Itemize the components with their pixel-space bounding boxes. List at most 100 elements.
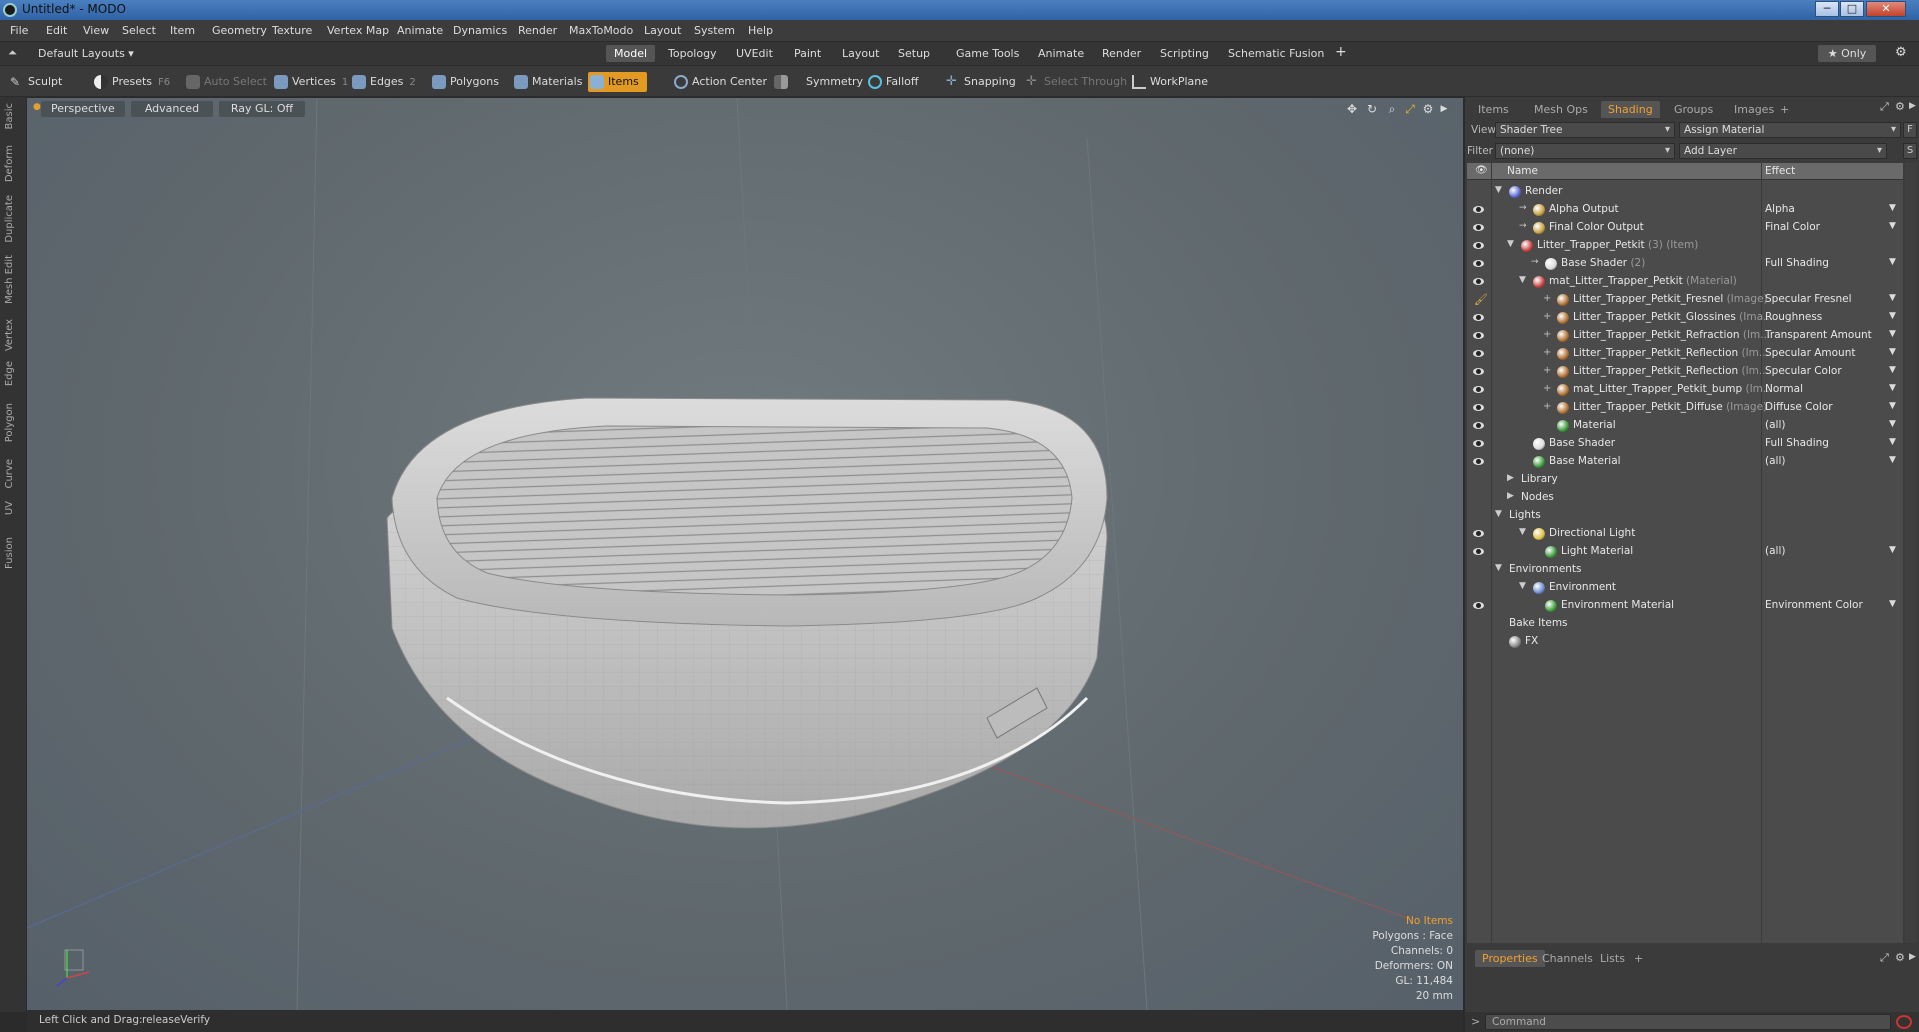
tree-arrow-icon[interactable]: ▶ — [1507, 473, 1514, 483]
assign-material-dropdown[interactable]: Assign Material — [1679, 122, 1901, 138]
menu-file[interactable]: File — [10, 24, 28, 37]
add-panel-tab-button[interactable]: + — [1773, 101, 1796, 118]
layout-tab-paint[interactable]: Paint — [786, 45, 829, 62]
menu-select[interactable]: Select — [122, 24, 156, 37]
visibility-eye-icon[interactable] — [1473, 223, 1485, 232]
shader-tree-row[interactable]: → Alpha Output Alpha ▼ — [1467, 201, 1903, 219]
tree-arrow-icon[interactable]: ▼ — [1519, 527, 1526, 537]
view-type-button[interactable]: Perspective — [41, 101, 125, 117]
effect-dropdown-icon[interactable]: ▼ — [1889, 383, 1896, 393]
shader-tree-row[interactable]: 🖌 + Litter_Trapper_Petkit_Fresnel (Image) S… — [1467, 291, 1903, 309]
tree-arrow-icon[interactable]: ▼ — [1495, 509, 1502, 519]
shader-tree-row[interactable]: Base Material (all) ▼ — [1467, 453, 1903, 471]
layout-tab-schematic-fusion[interactable]: Schematic Fusion — [1220, 45, 1332, 62]
layer-effect[interactable]: Specular Color — [1765, 365, 1842, 377]
left-tab-edge[interactable]: Edge — [4, 361, 22, 386]
panel-tab-mesh-ops[interactable]: Mesh Ops — [1527, 101, 1595, 118]
layer-effect[interactable]: Alpha — [1765, 203, 1795, 215]
layout-tab-setup[interactable]: Setup — [890, 45, 938, 62]
layout-tab-layout[interactable]: Layout — [834, 45, 887, 62]
properties-maximize-icon[interactable]: ⤢ — [1880, 951, 1889, 965]
shader-tree-row[interactable]: Environment Material Environment Color ▼ — [1467, 597, 1903, 615]
shader-tree-row[interactable]: ▼ Environments — [1467, 561, 1903, 579]
zoom-icon[interactable]: ⌕ — [1385, 102, 1399, 116]
pan-icon[interactable]: ✥ — [1345, 102, 1359, 116]
left-tab-duplicate[interactable]: Duplicate — [4, 195, 22, 243]
shader-tree-row[interactable]: + Litter_Trapper_Petkit_Reflection (Im...… — [1467, 345, 1903, 363]
paint-brush-icon[interactable]: 🖌 — [1474, 293, 1488, 306]
tree-arrow-icon[interactable]: → — [1531, 257, 1539, 267]
shader-tree-row[interactable]: → Base Shader (2) Full Shading ▼ — [1467, 255, 1903, 273]
layer-effect[interactable]: Diffuse Color — [1765, 401, 1833, 413]
layer-effect[interactable]: Specular Amount — [1765, 347, 1856, 359]
shader-tree-row[interactable]: Base Shader Full Shading ▼ — [1467, 435, 1903, 453]
visibility-eye-icon[interactable] — [1473, 259, 1485, 268]
edges-button[interactable]: Edges 2 — [350, 72, 416, 92]
layer-effect[interactable]: (all) — [1765, 455, 1785, 467]
effect-dropdown-icon[interactable]: ▼ — [1889, 221, 1896, 231]
shader-tree-row[interactable]: → Final Color Output Final Color ▼ — [1467, 219, 1903, 237]
tree-arrow-icon[interactable]: ▼ — [1507, 239, 1514, 249]
left-tab-basic[interactable]: Basic — [4, 103, 22, 129]
panel-expand-icon[interactable]: ▶ — [1909, 101, 1916, 111]
symmetry-button[interactable]: Symmetry — [772, 72, 863, 92]
shader-tree-row[interactable]: FX — [1467, 633, 1903, 651]
effect-dropdown-icon[interactable]: ▼ — [1889, 599, 1896, 609]
shader-tree-row[interactable]: ▼ Render — [1467, 183, 1903, 201]
layout-tab-render[interactable]: Render — [1094, 45, 1149, 62]
visibility-eye-icon[interactable] — [1473, 205, 1485, 214]
menu-render[interactable]: Render — [518, 24, 557, 37]
shader-tree-row[interactable]: Light Material (all) ▼ — [1467, 543, 1903, 561]
left-tab-mesh-edit[interactable]: Mesh Edit — [4, 255, 22, 304]
layout-collapse-icon[interactable]: ⏶ — [8, 46, 17, 60]
tree-arrow-icon[interactable]: ▼ — [1519, 581, 1526, 591]
tree-arrow-icon[interactable]: ▶ — [1507, 491, 1514, 501]
visibility-eye-icon[interactable] — [1473, 439, 1485, 448]
visibility-eye-icon[interactable] — [1473, 601, 1485, 610]
shader-tree-row[interactable]: ▼ Litter_Trapper_Petkit (3) (Item) — [1467, 237, 1903, 255]
raygl-toggle[interactable]: Ray GL: Off — [219, 101, 305, 117]
falloff-button[interactable]: Falloff — [866, 72, 918, 92]
layouts-dropdown[interactable]: Default Layouts ▾ — [38, 47, 134, 60]
visibility-eye-icon[interactable] — [1473, 421, 1485, 430]
add-layer-dropdown[interactable]: Add Layer — [1679, 143, 1887, 159]
viewport-menu-dot-icon[interactable]: ● — [33, 102, 41, 112]
panel-tab-items[interactable]: Items — [1471, 101, 1516, 118]
vertices-button[interactable]: Vertices 1 — [272, 72, 348, 92]
properties-expand-icon[interactable]: ▶ — [1909, 952, 1916, 962]
rotate-icon[interactable]: ↻ — [1365, 102, 1379, 116]
filter-dropdown[interactable]: (none) — [1495, 143, 1675, 159]
left-tab-deform[interactable]: Deform — [4, 145, 22, 182]
auto-select-button[interactable]: Auto Select — [184, 72, 267, 92]
expand-plus-icon[interactable]: + — [1543, 311, 1551, 322]
menu-layout[interactable]: Layout — [644, 24, 681, 37]
layout-tab-model[interactable]: Model — [606, 45, 656, 62]
expand-plus-icon[interactable]: + — [1543, 329, 1551, 340]
gear-icon[interactable]: ⚙ — [1895, 45, 1907, 60]
clear-command-icon[interactable] — [1896, 1015, 1912, 1029]
shader-tree-row[interactable]: + Litter_Trapper_Petkit_Refraction (Im...… — [1467, 327, 1903, 345]
visibility-eye-icon[interactable] — [1473, 403, 1485, 412]
view-dropdown[interactable]: Shader Tree — [1495, 122, 1675, 138]
tree-arrow-icon[interactable]: ▼ — [1495, 563, 1502, 573]
shader-tree[interactable]: 👁 Name Effect ▼ Render → Alpha Output Alpha ▼… — [1467, 163, 1903, 943]
menu-texture[interactable]: Texture — [272, 24, 312, 37]
left-tab-fusion[interactable]: Fusion — [4, 537, 22, 569]
visibility-eye-icon[interactable] — [1473, 313, 1485, 322]
visibility-eye-icon[interactable] — [1473, 547, 1485, 556]
menu-system[interactable]: System — [694, 24, 735, 37]
visibility-eye-icon[interactable] — [1473, 457, 1485, 466]
f-button[interactable]: F — [1903, 122, 1917, 138]
layer-effect[interactable]: Environment Color — [1765, 599, 1863, 611]
expand-plus-icon[interactable]: + — [1543, 401, 1551, 412]
menu-animate[interactable]: Animate — [397, 24, 443, 37]
name-column-header[interactable]: Name — [1507, 165, 1538, 177]
menu-geometry[interactable]: Geometry — [212, 24, 267, 37]
layer-effect[interactable]: Full Shading — [1765, 437, 1829, 449]
tree-arrow-icon[interactable]: → — [1519, 221, 1527, 231]
workplane-button[interactable]: WorkPlane — [1130, 72, 1208, 92]
effect-dropdown-icon[interactable]: ▼ — [1889, 455, 1896, 465]
viewport-settings-icon[interactable]: ⚙ — [1421, 102, 1435, 116]
layer-effect[interactable]: (all) — [1765, 419, 1785, 431]
layer-effect[interactable]: Specular Fresnel — [1765, 293, 1852, 305]
